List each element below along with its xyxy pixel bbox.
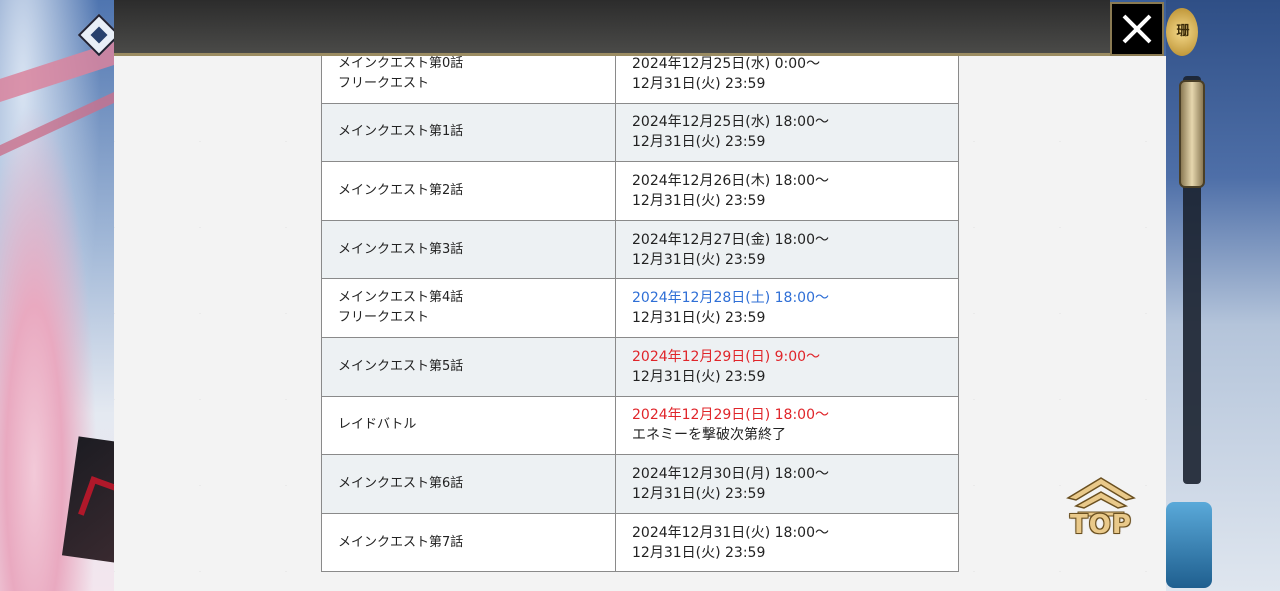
- end-time: 12月31日(火) 23:59: [632, 134, 766, 151]
- top-button-label: TOP: [1070, 510, 1132, 540]
- table-row: メインクエスト第0話 フリークエスト 2024年12月25日(水) 0:00～ 12月…: [321, 56, 959, 104]
- schedule-table: メインクエスト第0話 フリークエスト 2024年12月25日(水) 0:00～ 12月…: [321, 56, 959, 573]
- end-time: 12月31日(火) 23:59: [632, 368, 766, 385]
- close-icon: [1122, 14, 1152, 44]
- table-row: メインクエスト第2話 2024年12月26日(木) 18:00～ 12月31日(火)…: [321, 161, 959, 221]
- quest-name: レイドバトル: [338, 417, 417, 433]
- scrollbar-thumb[interactable]: [1179, 80, 1205, 188]
- end-time: 12月31日(火) 23:59: [632, 251, 766, 268]
- table-row: メインクエスト第4話 フリークエスト 2024年12月28日(土) 18:00～ 12…: [321, 278, 959, 338]
- schedule-time-cell: 2024年12月25日(水) 18:00～ 12月31日(火) 23:59: [615, 102, 959, 163]
- start-time: 2024年12月28日(土) 18:00～: [632, 290, 829, 307]
- start-time: 2024年12月26日(木) 18:00～: [632, 172, 829, 189]
- close-button[interactable]: [1110, 2, 1164, 56]
- quest-name: フリークエスト: [338, 310, 430, 326]
- table-row: メインクエスト第3話 2024年12月27日(金) 18:00～ 12月31日(火)…: [321, 219, 959, 280]
- start-time: 2024年12月27日(金) 18:00～: [632, 231, 829, 248]
- ribbon-decoration: [0, 84, 114, 166]
- start-time: 2024年12月29日(日) 18:00～: [632, 407, 829, 424]
- quest-name-cell: メインクエスト第0話 フリークエスト: [321, 56, 616, 104]
- schedule-time-cell: 2024年12月25日(水) 0:00～ 12月31日(火) 23:59: [615, 56, 959, 104]
- table-row: レイドバトル 2024年12月29日(日) 18:00～ エネミーを撃破次第終了: [321, 395, 959, 456]
- start-time: 2024年12月25日(水) 0:00～: [632, 56, 821, 72]
- quest-name-cell: メインクエスト第6話: [321, 454, 616, 514]
- schedule-time-cell: 2024年12月29日(日) 18:00～ エネミーを撃破次第終了: [615, 395, 959, 456]
- schedule-time-cell: 2024年12月26日(木) 18:00～ 12月31日(火) 23:59: [615, 161, 959, 221]
- table-row: メインクエスト第6話 2024年12月30日(月) 18:00～ 12月31日(火)…: [321, 454, 959, 514]
- quest-name-cell: メインクエスト第7話: [321, 512, 616, 573]
- start-time: 2024年12月25日(水) 18:00～: [632, 114, 829, 131]
- quest-name-cell: メインクエスト第3話: [321, 219, 616, 280]
- table-row: メインクエスト第7話 2024年12月31日(火) 18:00～ 12月31日(火)…: [321, 512, 959, 573]
- table-row: メインクエスト第5話 2024年12月29日(日) 9:00～ 12月31日(火) …: [321, 336, 959, 397]
- background-art-left: [0, 0, 114, 591]
- quest-name: メインクエスト第6話: [338, 475, 464, 491]
- end-time: エネミーを撃破次第終了: [632, 427, 786, 444]
- quest-name: メインクエスト第1話: [338, 124, 464, 140]
- table-row: メインクエスト第1話 2024年12月25日(水) 18:00～ 12月31日(火)…: [321, 102, 959, 163]
- quest-name-cell: メインクエスト第2話: [321, 161, 616, 221]
- end-time: 12月31日(火) 23:59: [632, 75, 766, 92]
- start-time: 2024年12月29日(日) 9:00～: [632, 348, 821, 365]
- start-time: 2024年12月31日(火) 18:00～: [632, 524, 829, 541]
- dialog-content-panel[interactable]: メインクエスト第0話 フリークエスト 2024年12月25日(水) 0:00～ 12月…: [114, 56, 1166, 591]
- end-time: 12月31日(火) 23:59: [632, 192, 766, 209]
- dialog-header-bar: [114, 0, 1110, 56]
- quest-name: メインクエスト第4話: [338, 290, 464, 306]
- quest-name: メインクエスト第0話: [338, 56, 464, 71]
- quest-name: メインクエスト第7話: [338, 534, 464, 550]
- quest-name-cell: レイドバトル: [321, 395, 616, 456]
- end-time: 12月31日(火) 23:59: [632, 544, 766, 561]
- quest-name: メインクエスト第2話: [338, 182, 464, 198]
- quest-name: フリークエスト: [338, 75, 430, 91]
- quest-name-cell: メインクエスト第4話 フリークエスト: [321, 278, 616, 338]
- quest-name: メインクエスト第5話: [338, 358, 464, 374]
- schedule-time-cell: 2024年12月31日(火) 18:00～ 12月31日(火) 23:59: [615, 512, 959, 573]
- scroll-top-button[interactable]: TOP: [1064, 476, 1138, 550]
- schedule-time-cell: 2024年12月28日(土) 18:00～ 12月31日(火) 23:59: [615, 278, 959, 338]
- schedule-time-cell: 2024年12月27日(金) 18:00～ 12月31日(火) 23:59: [615, 219, 959, 280]
- quest-name: メインクエスト第3話: [338, 241, 464, 257]
- end-time: 12月31日(火) 23:59: [632, 310, 766, 327]
- end-time: 12月31日(火) 23:59: [632, 485, 766, 502]
- menu-button-partial[interactable]: [1166, 502, 1212, 588]
- schedule-time-cell: 2024年12月29日(日) 9:00～ 12月31日(火) 23:59: [615, 336, 959, 397]
- quest-name-cell: メインクエスト第1話: [321, 102, 616, 163]
- schedule-time-cell: 2024年12月30日(月) 18:00～ 12月31日(火) 23:59: [615, 454, 959, 514]
- quest-name-cell: メインクエスト第5話: [321, 336, 616, 397]
- start-time: 2024年12月30日(月) 18:00～: [632, 465, 829, 482]
- coin-label: 珊: [1176, 24, 1190, 39]
